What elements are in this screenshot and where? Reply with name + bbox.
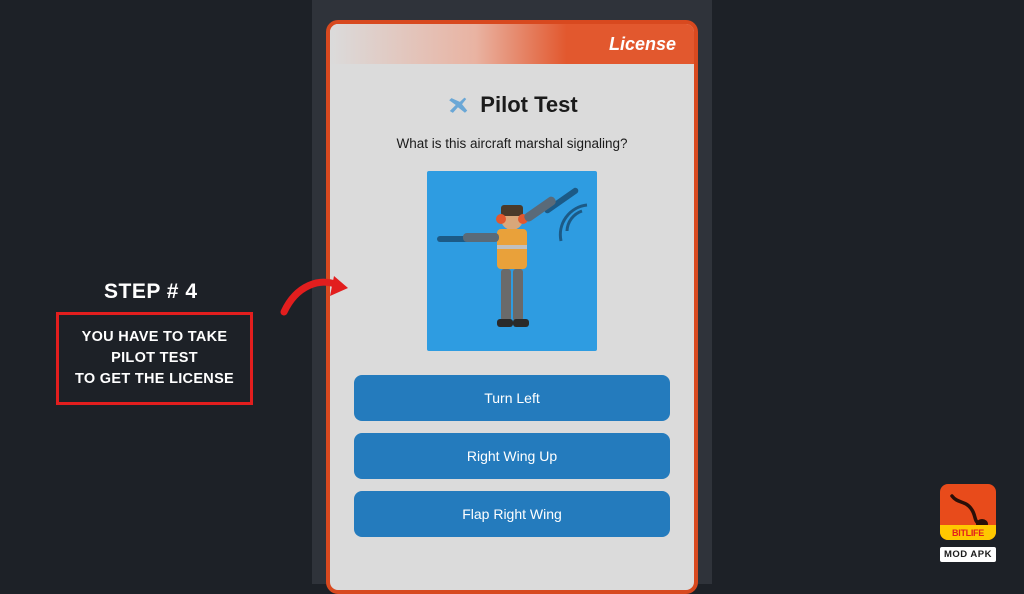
bitlife-app-icon: BITLIFE [940,484,996,540]
step-callout: STEP # 4 YOU HAVE TO TAKE PILOT TEST TO … [56,280,253,405]
pilot-test-dialog: License Pilot Test What is this aircraft… [326,20,698,594]
aircraft-marshal-figure [427,171,597,351]
app-subtitle: MOD APK [940,547,996,562]
step-line-2: PILOT TEST [75,348,234,369]
step-label: STEP # 4 [104,280,253,304]
question-text: What is this aircraft marshal signaling? [396,136,627,151]
app-name: BITLIFE [952,528,984,538]
answer-option-2[interactable]: Right Wing Up [354,433,670,479]
step-line-3: TO GET THE LICENSE [75,369,234,390]
dialog-title: Pilot Test [480,92,577,118]
curved-arrow-icon [276,268,356,328]
dialog-title-row: Pilot Test [446,92,577,118]
phone-screenshot-column: License Pilot Test What is this aircraft… [312,0,712,584]
app-badge: BITLIFE MOD APK [936,484,1000,562]
app-name-bar: BITLIFE [940,525,996,540]
answer-list: Turn Left Right Wing Up Flap Right Wing [354,375,670,537]
step-line-1: YOU HAVE TO TAKE [75,327,234,348]
answer-option-1[interactable]: Turn Left [354,375,670,421]
answer-option-3[interactable]: Flap Right Wing [354,491,670,537]
dialog-body: Pilot Test What is this aircraft marshal… [330,64,694,561]
step-description-box: YOU HAVE TO TAKE PILOT TEST TO GET THE L… [56,312,253,405]
airplane-icon [446,93,470,117]
dialog-header: License [330,24,694,64]
dialog-header-title: License [609,34,676,55]
